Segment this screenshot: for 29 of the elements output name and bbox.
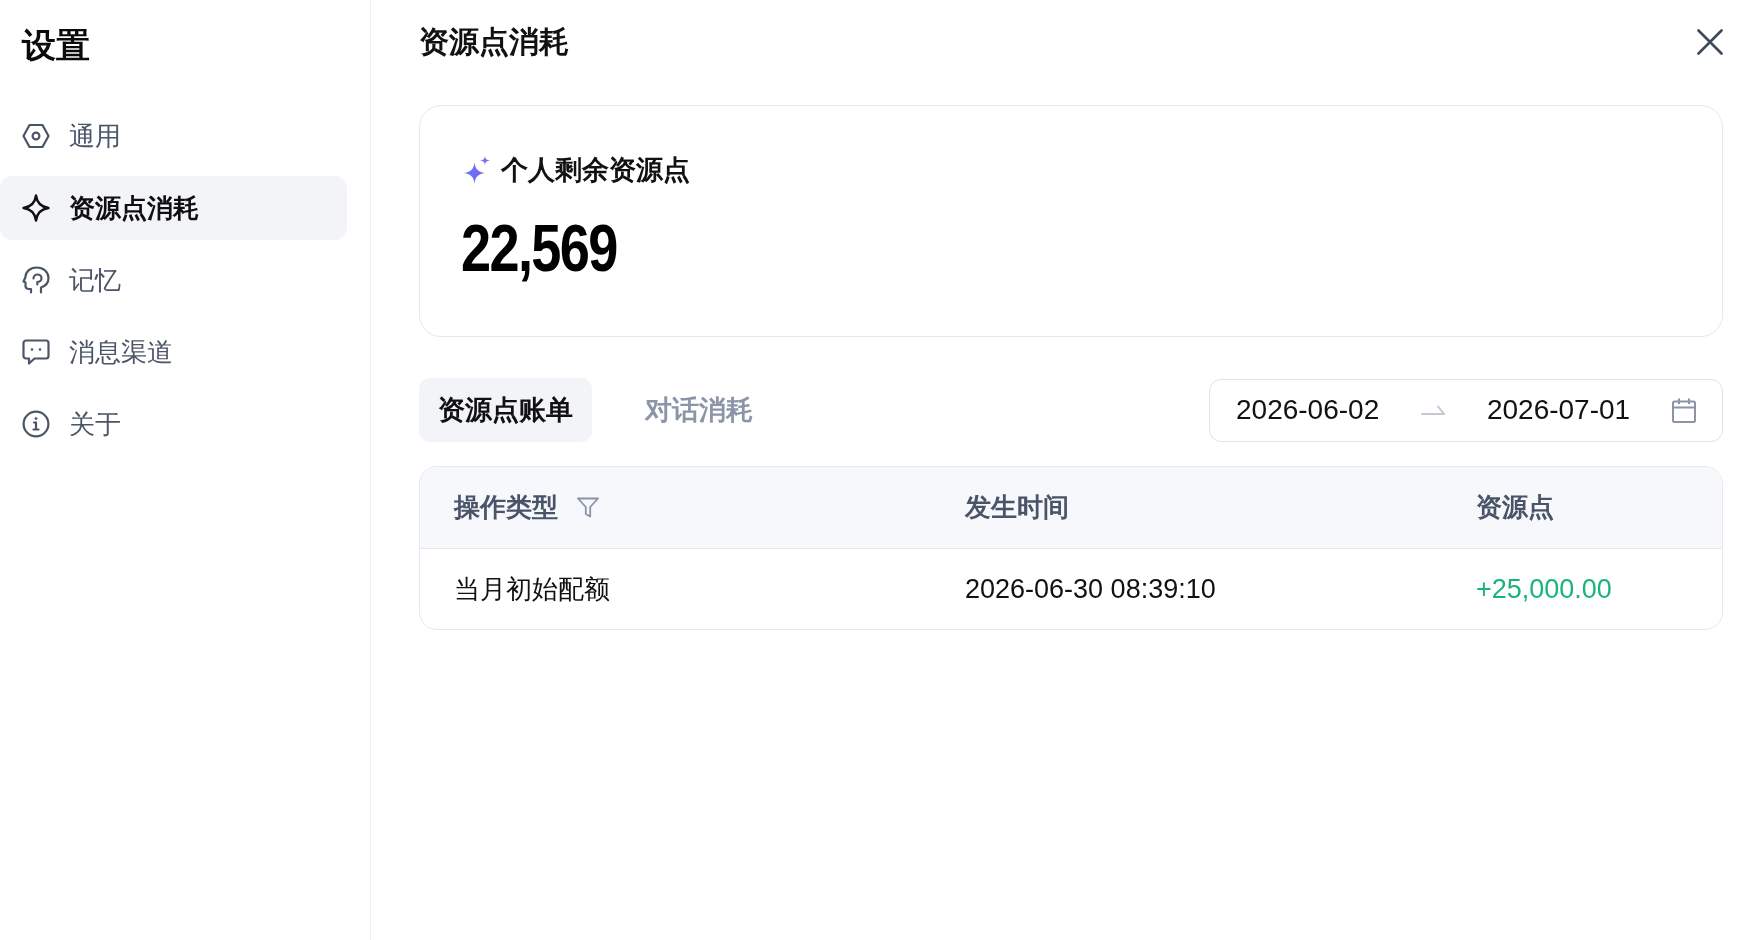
table-cell-text: 2026-06-30 08:39:10 — [965, 573, 1217, 605]
close-button[interactable] — [1697, 29, 1723, 55]
column-header: 操作类型 — [454, 491, 558, 524]
sidebar-title: 设置 — [22, 25, 91, 66]
head-icon — [22, 266, 50, 294]
sparkle-icon — [22, 194, 50, 222]
card-label: 个人剩余资源点 — [501, 154, 690, 187]
info-icon — [22, 410, 50, 438]
close-icon — [1697, 29, 1723, 55]
tab[interactable]: 资源点账单 — [419, 378, 592, 442]
filter-icon[interactable] — [577, 497, 599, 518]
sidebar-item[interactable]: 消息渠道 — [0, 320, 347, 384]
sidebar-item[interactable]: 通用 — [0, 104, 347, 168]
page-title: 资源点消耗 — [419, 23, 569, 60]
calendar-icon[interactable] — [1672, 397, 1696, 423]
column-header: 发生时间 — [965, 491, 1069, 524]
sidebar-item[interactable]: 关于 — [0, 392, 347, 456]
table-cell-text: +25,000.00 — [1476, 573, 1613, 605]
start-date-input[interactable]: 2026-06-02 — [1236, 394, 1380, 426]
sidebar-item[interactable]: 记忆 — [0, 248, 347, 312]
table-cell-text: 当月初始配额 — [454, 572, 611, 606]
end-date-input[interactable]: 2026-07-01 — [1486, 394, 1631, 426]
sidebar-item[interactable]: 资源点消耗 — [0, 176, 347, 240]
sparkle-icon — [464, 156, 490, 184]
settings-icon — [22, 122, 50, 150]
balance-value: 22,569 — [461, 214, 617, 282]
date-range-picker[interactable]: 2026-06-02 2026-07-01 — [1209, 378, 1723, 442]
column-header: 资源点 — [1476, 491, 1554, 524]
chat-icon — [22, 338, 50, 366]
